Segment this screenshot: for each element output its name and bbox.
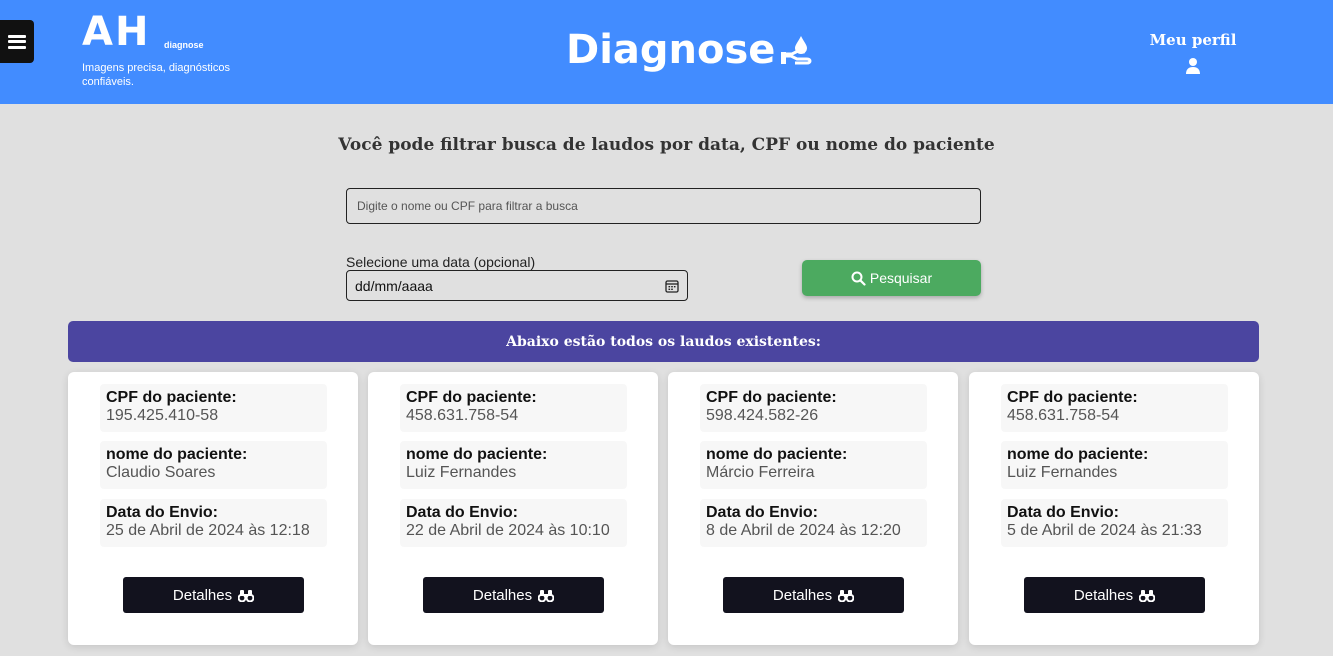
user-icon xyxy=(1186,58,1200,74)
details-button-label: Detalhes xyxy=(172,586,233,604)
name-value: Márcio Ferreira xyxy=(706,464,815,481)
name-label: nome do paciente: xyxy=(706,446,848,463)
profile-label: Meu perfil xyxy=(1149,31,1237,49)
cpf-label: CPF do paciente: xyxy=(706,389,837,406)
date-value: 25 de Abril de 2024 às 12:18 xyxy=(106,522,310,539)
cpf-field: CPF do paciente: 458.631.758-54 xyxy=(1001,384,1228,432)
search-button[interactable]: Pesquisar xyxy=(802,260,981,296)
date-value: 8 de Abril de 2024 às 12:20 xyxy=(706,522,901,539)
cpf-label: CPF do paciente: xyxy=(1007,389,1138,406)
menu-button[interactable] xyxy=(0,20,34,63)
name-value: Claudio Soares xyxy=(106,464,216,481)
date-value: 22 de Abril de 2024 às 10:10 xyxy=(406,522,610,539)
name-label: nome do paciente: xyxy=(406,446,548,463)
cpf-value: 458.631.758-54 xyxy=(1007,407,1120,424)
cpf-value: 195.425.410-58 xyxy=(106,407,219,424)
date-field-label: Data do Envio: xyxy=(706,504,819,521)
profile-link[interactable]: Meu perfil xyxy=(1140,31,1246,74)
cpf-value: 598.424.582-26 xyxy=(706,407,819,424)
reports-banner: Abaixo estão todos os laudos existentes: xyxy=(68,321,1259,362)
logo-mark: AH xyxy=(82,9,151,55)
cpf-field: CPF do paciente: 195.425.410-58 xyxy=(100,384,327,432)
details-button-label: Detalhes xyxy=(472,586,533,604)
cpf-label: CPF do paciente: xyxy=(406,389,537,406)
name-label: nome do paciente: xyxy=(1007,446,1149,463)
cpf-label: CPF do paciente: xyxy=(106,389,237,406)
binoculars-icon xyxy=(1139,589,1156,602)
hand-drop-icon xyxy=(781,36,812,65)
binoculars-icon xyxy=(538,589,555,602)
date-field-label: Data do Envio: xyxy=(1007,504,1120,521)
cpf-field: CPF do paciente: 458.631.758-54 xyxy=(400,384,627,432)
date-value: 5 de Abril de 2024 às 21:33 xyxy=(1007,522,1202,539)
brand-text: Diagnose xyxy=(566,27,776,73)
binoculars-icon xyxy=(838,589,855,602)
name-value: Luiz Fernandes xyxy=(406,464,517,481)
date-input-value: dd/mm/aaaa xyxy=(355,277,433,294)
date-field: Data do Envio: 25 de Abril de 2024 às 12… xyxy=(100,499,327,547)
details-button[interactable]: Detalhes xyxy=(123,577,304,613)
report-card: CPF do paciente: 458.631.758-54 nome do … xyxy=(368,372,658,645)
date-field-label: Data do Envio: xyxy=(106,504,219,521)
name-field: nome do paciente: Luiz Fernandes xyxy=(1001,441,1228,489)
date-input[interactable]: dd/mm/aaaa xyxy=(346,270,688,301)
report-card: CPF do paciente: 195.425.410-58 nome do … xyxy=(68,372,358,645)
binoculars-icon xyxy=(238,589,255,602)
cpf-value: 458.631.758-54 xyxy=(406,407,519,424)
cpf-field: CPF do paciente: 598.424.582-26 xyxy=(700,384,927,432)
logo[interactable]: AH diagnose Imagens precisa, diagnóstico… xyxy=(82,9,230,88)
search-button-label: Pesquisar xyxy=(869,270,933,286)
top-header: AH diagnose Imagens precisa, diagnóstico… xyxy=(0,0,1333,104)
brand-title: Diagnose xyxy=(566,26,817,74)
name-label: nome do paciente: xyxy=(106,446,248,463)
hamburger-icon xyxy=(8,34,26,49)
name-value: Luiz Fernandes xyxy=(1007,464,1118,481)
date-field-label: Data do Envio: xyxy=(406,504,519,521)
name-field: nome do paciente: Márcio Ferreira xyxy=(700,441,927,489)
details-button[interactable]: Detalhes xyxy=(723,577,904,613)
logo-small-text: diagnose xyxy=(164,40,204,50)
logo-tagline: Imagens precisa, diagnósticos confiáveis… xyxy=(82,62,230,88)
details-button-label: Detalhes xyxy=(1073,586,1134,604)
report-card: CPF do paciente: 598.424.582-26 nome do … xyxy=(668,372,958,645)
date-field: Data do Envio: 5 de Abril de 2024 às 21:… xyxy=(1001,499,1228,547)
name-field: nome do paciente: Luiz Fernandes xyxy=(400,441,627,489)
details-button[interactable]: Detalhes xyxy=(423,577,604,613)
details-button[interactable]: Detalhes xyxy=(1024,577,1205,613)
report-card: CPF do paciente: 458.631.758-54 nome do … xyxy=(969,372,1259,645)
search-input[interactable] xyxy=(346,188,981,224)
date-label: Selecione uma data (opcional) xyxy=(346,254,536,270)
name-field: nome do paciente: Claudio Soares xyxy=(100,441,327,489)
calendar-icon[interactable] xyxy=(665,279,679,293)
search-icon xyxy=(851,271,866,286)
date-field: Data do Envio: 8 de Abril de 2024 às 12:… xyxy=(700,499,927,547)
details-button-label: Detalhes xyxy=(772,586,833,604)
date-field: Data do Envio: 22 de Abril de 2024 às 10… xyxy=(400,499,627,547)
filter-title: Você pode filtrar busca de laudos por da… xyxy=(338,135,995,155)
